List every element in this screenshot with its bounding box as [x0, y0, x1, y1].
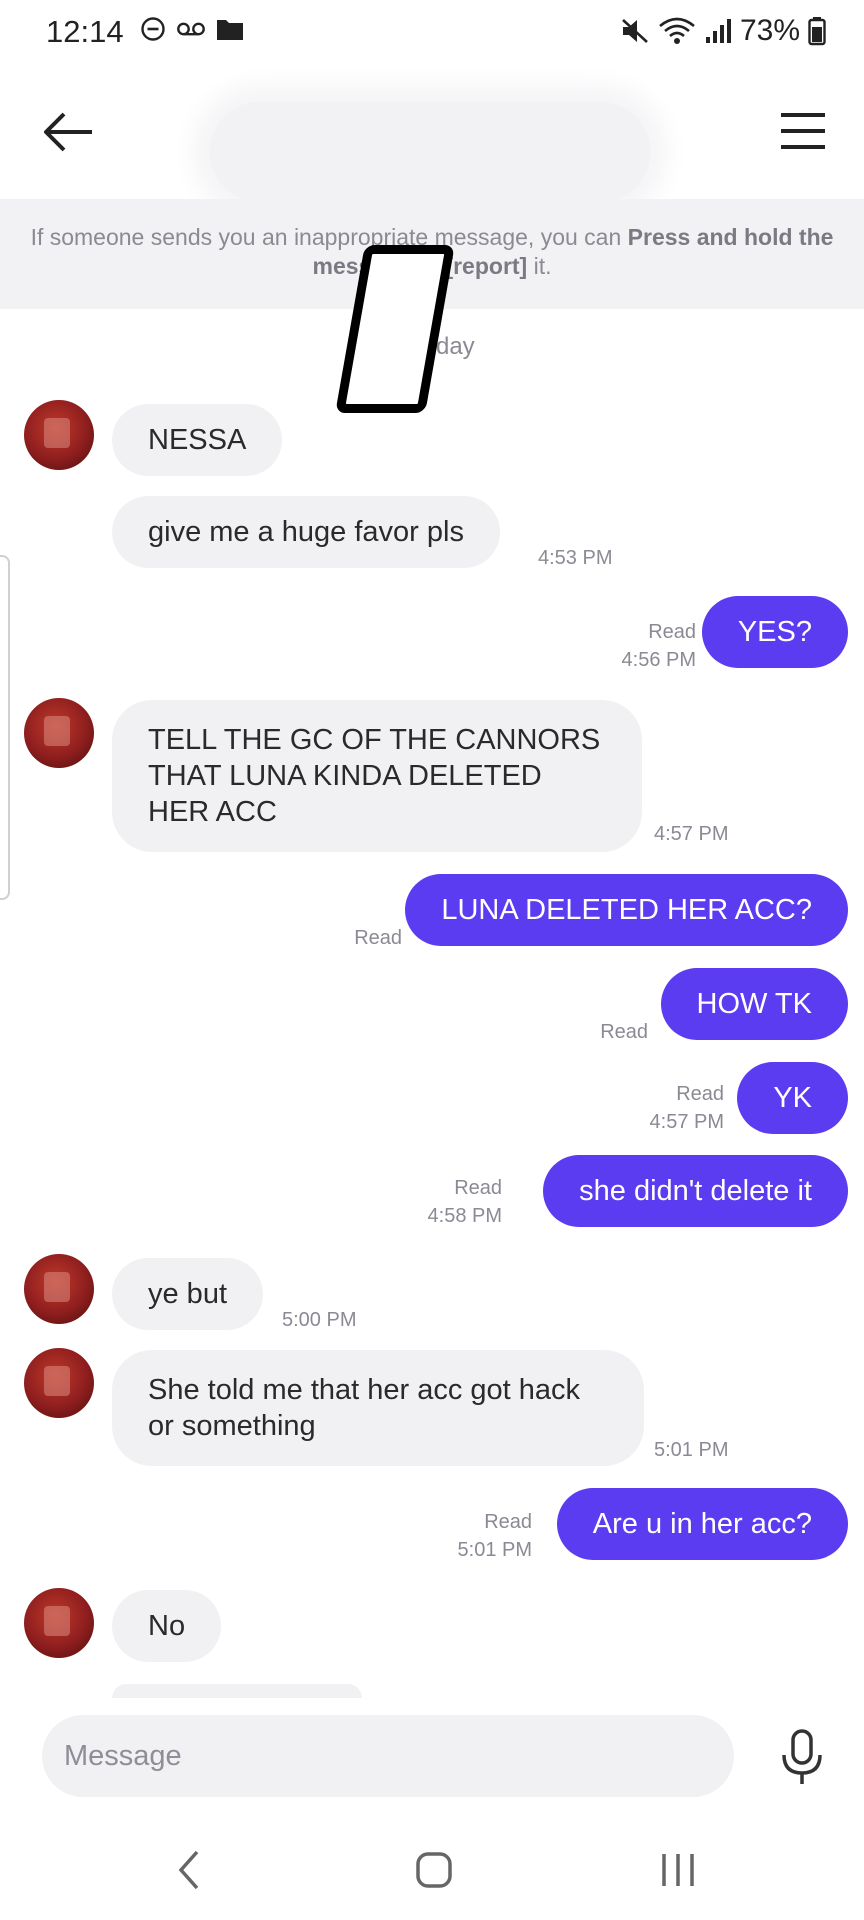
back-button[interactable]	[40, 104, 96, 160]
status-icons-left	[140, 16, 244, 42]
message-bubble-incoming[interactable]: NESSA	[112, 404, 283, 476]
blurred-contact-name	[210, 102, 650, 202]
message-bubble-outgoing[interactable]: Are u in her acc?	[556, 1488, 848, 1560]
arrow-left-icon	[44, 112, 92, 152]
wifi-icon	[658, 16, 696, 46]
message-bubble-incoming[interactable]: No	[112, 1590, 222, 1662]
avatar[interactable]	[24, 1588, 94, 1658]
message-bubble-outgoing[interactable]: YES?	[701, 596, 848, 668]
message-time: 4:56 PM	[621, 649, 696, 671]
message-time: 4:57 PM	[654, 823, 729, 845]
status-time: 12:14	[46, 14, 124, 49]
avatar[interactable]	[24, 1254, 94, 1324]
message-bubble-incoming[interactable]: TELL THE GC OF THE CANNORS THAT LUNA KIN…	[112, 700, 642, 852]
message-bubble-incoming[interactable]: give me a huge favor pls	[112, 496, 500, 568]
message-meta: Read 4:56 PM	[622, 618, 696, 674]
voicemail-icon	[176, 19, 206, 39]
microphone-icon	[782, 1729, 822, 1784]
read-receipt: Read	[600, 1021, 648, 1043]
chat-screen: 12:14 73% If someone sends you an inappr…	[0, 0, 864, 1920]
message-meta: Read 5:01 PM	[458, 1508, 532, 1564]
status-bar: 12:14 73%	[0, 0, 864, 64]
message-time: 5:01 PM	[457, 1539, 532, 1561]
read-receipt: Read	[648, 621, 696, 643]
message-input-container[interactable]	[42, 1715, 734, 1797]
edge-panel-handle[interactable]	[0, 555, 10, 900]
notice-text: If someone sends you an inappropriate me…	[30, 224, 628, 250]
nav-back-icon	[178, 1850, 199, 1890]
menu-button[interactable]	[778, 106, 828, 156]
nav-home-button[interactable]	[404, 1845, 464, 1895]
read-receipt: Read	[454, 1177, 502, 1199]
avatar[interactable]	[24, 1348, 94, 1418]
message-bubble-outgoing[interactable]: HOW TK	[660, 968, 848, 1040]
dnd-icon	[140, 16, 166, 42]
message-time: 4:58 PM	[427, 1205, 502, 1227]
folder-icon	[216, 17, 244, 41]
avatar[interactable]	[24, 698, 94, 768]
message-bubble-outgoing[interactable]: LUNA DELETED HER ACC?	[405, 874, 848, 946]
nav-recents-icon	[662, 1854, 694, 1886]
status-icons-right: 73%	[620, 14, 826, 48]
signal-icon	[704, 17, 732, 45]
message-meta: Read 4:58 PM	[428, 1174, 502, 1230]
notice-text-end: it.	[527, 253, 552, 279]
battery-icon	[808, 16, 826, 46]
message-time: 5:00 PM	[282, 1309, 357, 1331]
message-input[interactable]	[42, 1715, 734, 1797]
message-time: 5:01 PM	[654, 1439, 729, 1461]
read-receipt: Read	[354, 927, 402, 949]
microphone-button[interactable]	[776, 1728, 828, 1788]
message-bubble-incoming[interactable]: ye but	[112, 1258, 263, 1330]
read-receipt: Read	[676, 1083, 724, 1105]
message-meta: Read 4:57 PM	[650, 1080, 724, 1136]
battery-percent: 73%	[739, 14, 800, 47]
message-time: 4:57 PM	[649, 1111, 724, 1133]
message-time: 4:53 PM	[538, 547, 613, 569]
system-nav-bar	[0, 1820, 864, 1920]
message-bubble-outgoing[interactable]: she didn't delete it	[543, 1155, 848, 1227]
mute-icon	[620, 17, 650, 45]
hamburger-menu-icon	[781, 113, 825, 149]
nav-back-button[interactable]	[160, 1845, 220, 1895]
nav-home-icon	[416, 1852, 452, 1888]
message-bubble-incoming[interactable]: She told me that her acc got hack or som…	[112, 1350, 644, 1466]
read-receipt: Read	[484, 1511, 532, 1533]
message-bubble-partial[interactable]	[112, 1684, 362, 1698]
nav-recents-button[interactable]	[648, 1845, 708, 1895]
message-bubble-outgoing[interactable]: YK	[737, 1062, 848, 1134]
chat-header	[0, 64, 864, 202]
avatar[interactable]	[24, 400, 94, 470]
